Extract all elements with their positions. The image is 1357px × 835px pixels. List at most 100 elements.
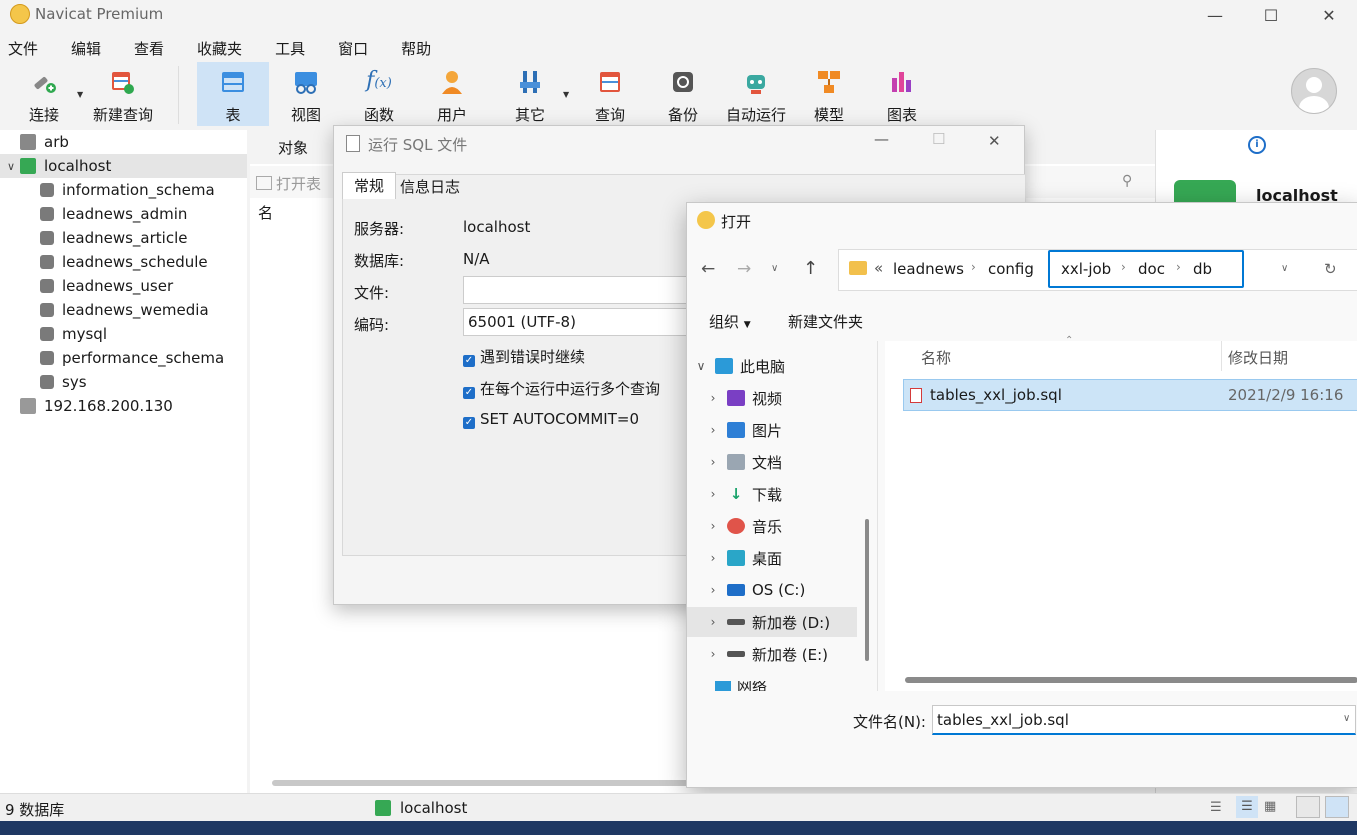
organize-button[interactable]: 组织 ▼	[709, 311, 751, 332]
tree-db-item[interactable]: leadnews_user	[40, 274, 173, 298]
tree-item-localhost[interactable]: ∨ localhost	[0, 154, 247, 178]
checkbox-checked-icon[interactable]: ✓	[463, 417, 475, 429]
table-button[interactable]: 表	[197, 62, 269, 126]
new-query-button[interactable]: 新建查询	[86, 62, 160, 126]
up-arrow-icon[interactable]: ↑	[803, 258, 818, 279]
recent-dropdown-icon[interactable]: ∨	[771, 263, 778, 274]
breadcrumb-doc[interactable]: doc	[1138, 260, 1165, 278]
nav-drive-e[interactable]: › 新加卷 (E:)	[687, 639, 857, 669]
menu-window[interactable]: 窗口	[338, 34, 368, 60]
tab-objects[interactable]: 对象	[278, 137, 308, 158]
menu-favorites[interactable]: 收藏夹	[197, 34, 242, 60]
tree-item-remote[interactable]: 192.168.200.130	[20, 394, 173, 418]
chevron-right-icon[interactable]: ›	[703, 647, 723, 661]
column-header-name[interactable]: 名称	[921, 347, 951, 368]
query-button[interactable]: 查询	[574, 62, 646, 126]
address-dropdown-icon[interactable]: ∨	[1281, 263, 1288, 274]
option-multiple-queries[interactable]: ✓ 在每个运行中运行多个查询	[463, 378, 660, 399]
option-continue-on-error[interactable]: ✓ 遇到错误时继续	[463, 346, 585, 367]
tree-db-item[interactable]: leadnews_article	[40, 226, 187, 250]
chevron-right-icon[interactable]: ›	[703, 423, 723, 437]
tree-db-item[interactable]: leadnews_wemedia	[40, 298, 209, 322]
breadcrumb-overflow[interactable]: «	[874, 259, 883, 277]
tree-db-item[interactable]: leadnews_schedule	[40, 250, 208, 274]
chevron-right-icon[interactable]: ›	[703, 455, 723, 469]
toggle-left-panel-icon[interactable]	[1296, 796, 1320, 818]
nav-drive-d[interactable]: › 新加卷 (D:)	[687, 607, 857, 637]
option-autocommit[interactable]: ✓ SET AUTOCOMMIT=0	[463, 410, 639, 429]
chevron-right-icon[interactable]: ›	[703, 391, 723, 405]
nav-pictures[interactable]: › 图片	[687, 415, 857, 445]
function-button[interactable]: f(x) 函数	[343, 62, 415, 126]
chart-button[interactable]: 图表	[866, 62, 938, 126]
tree-db-item[interactable]: leadnews_admin	[40, 202, 187, 226]
grid-view-icon[interactable]: ▦	[1264, 799, 1276, 814]
nav-scrollbar[interactable]	[865, 519, 869, 661]
chevron-down-icon[interactable]: ∨	[691, 359, 711, 373]
info-icon[interactable]: i	[1248, 136, 1266, 154]
chevron-down-icon[interactable]: ∨	[1343, 713, 1350, 724]
menu-help[interactable]: 帮助	[401, 34, 431, 60]
file-row-selected[interactable]: tables_xxl_job.sql 2021/2/9 16:16	[903, 379, 1357, 411]
breadcrumb-db[interactable]: db	[1193, 260, 1212, 278]
model-button[interactable]: 模型	[793, 62, 865, 126]
tab-general[interactable]: 常规	[342, 172, 396, 199]
back-arrow-icon[interactable]: ←	[701, 259, 715, 279]
column-header-date[interactable]: 修改日期	[1228, 347, 1288, 368]
backup-button[interactable]: 备份	[647, 62, 719, 126]
menu-edit[interactable]: 编辑	[71, 34, 101, 60]
horizontal-scrollbar[interactable]	[272, 780, 692, 786]
nav-drive-c[interactable]: › OS (C:)	[687, 575, 857, 605]
file-path-field[interactable]	[463, 276, 695, 304]
menu-view[interactable]: 查看	[134, 34, 164, 60]
other-button[interactable]: 其它	[494, 62, 566, 126]
view-button[interactable]: 视图	[270, 62, 342, 126]
tree-db-item[interactable]: mysql	[40, 322, 107, 346]
breadcrumb-leadnews[interactable]: leadnews	[893, 260, 964, 278]
breadcrumb-xxl-job[interactable]: xxl-job	[1061, 260, 1111, 278]
auto-run-button[interactable]: 自动运行	[720, 62, 792, 126]
chevron-right-icon[interactable]: ›	[703, 583, 723, 597]
encoding-select[interactable]: 65001 (UTF-8)	[463, 308, 693, 336]
dialog-minimize-button[interactable]: —	[874, 130, 889, 148]
tree-db-item[interactable]: sys	[40, 370, 87, 394]
filename-input[interactable]: tables_xxl_job.sql ∨	[932, 705, 1356, 735]
tab-info-log[interactable]: 信息日志	[400, 176, 460, 198]
dialog-close-button[interactable]: ✕	[988, 132, 1001, 150]
minimize-button[interactable]: —	[1186, 0, 1244, 30]
list-view-icon[interactable]: ☰	[1210, 800, 1222, 815]
chevron-right-icon[interactable]: ›	[703, 551, 723, 565]
chevron-right-icon[interactable]: ›	[703, 615, 723, 629]
breadcrumb-config[interactable]: config	[988, 260, 1034, 278]
toggle-right-panel-icon[interactable]	[1325, 796, 1349, 818]
nav-videos[interactable]: › 视频	[687, 383, 857, 413]
nav-documents[interactable]: › 文档	[687, 447, 857, 477]
menu-file[interactable]: 文件	[8, 34, 38, 60]
checkbox-checked-icon[interactable]: ✓	[463, 387, 475, 399]
detail-view-icon[interactable]: ☰	[1236, 796, 1258, 818]
connect-button[interactable]: 连接	[8, 62, 80, 126]
user-avatar[interactable]	[1291, 68, 1337, 114]
close-button[interactable]: ✕	[1300, 0, 1357, 30]
search-icon[interactable]: ⚲	[1122, 173, 1132, 189]
user-button[interactable]: 用户	[416, 62, 488, 126]
tree-item-arb[interactable]: arb	[20, 130, 69, 154]
nav-desktop[interactable]: › 桌面	[687, 543, 857, 573]
connect-dropdown-icon[interactable]: ▼	[77, 90, 83, 99]
other-dropdown-icon[interactable]: ▼	[563, 90, 569, 99]
tree-db-item[interactable]: performance_schema	[40, 346, 224, 370]
new-folder-button[interactable]: 新建文件夹	[788, 311, 863, 332]
file-list-hscrollbar[interactable]	[905, 677, 1357, 683]
nav-this-pc[interactable]: ∨ 此电脑	[687, 351, 857, 381]
nav-downloads[interactable]: › ↓ 下载	[687, 479, 857, 509]
checkbox-checked-icon[interactable]: ✓	[463, 355, 475, 367]
nav-network-partial[interactable]: 网络	[715, 681, 767, 691]
open-table-button[interactable]: 打开表	[256, 173, 321, 194]
chevron-right-icon[interactable]: ›	[703, 487, 723, 501]
collapse-chevron-icon[interactable]: ∨	[2, 160, 20, 173]
nav-music[interactable]: › 音乐	[687, 511, 857, 541]
menu-tools[interactable]: 工具	[275, 34, 305, 60]
refresh-icon[interactable]: ↻	[1324, 260, 1337, 278]
forward-arrow-icon[interactable]: →	[737, 259, 751, 279]
maximize-button[interactable]: ☐	[1242, 0, 1300, 30]
